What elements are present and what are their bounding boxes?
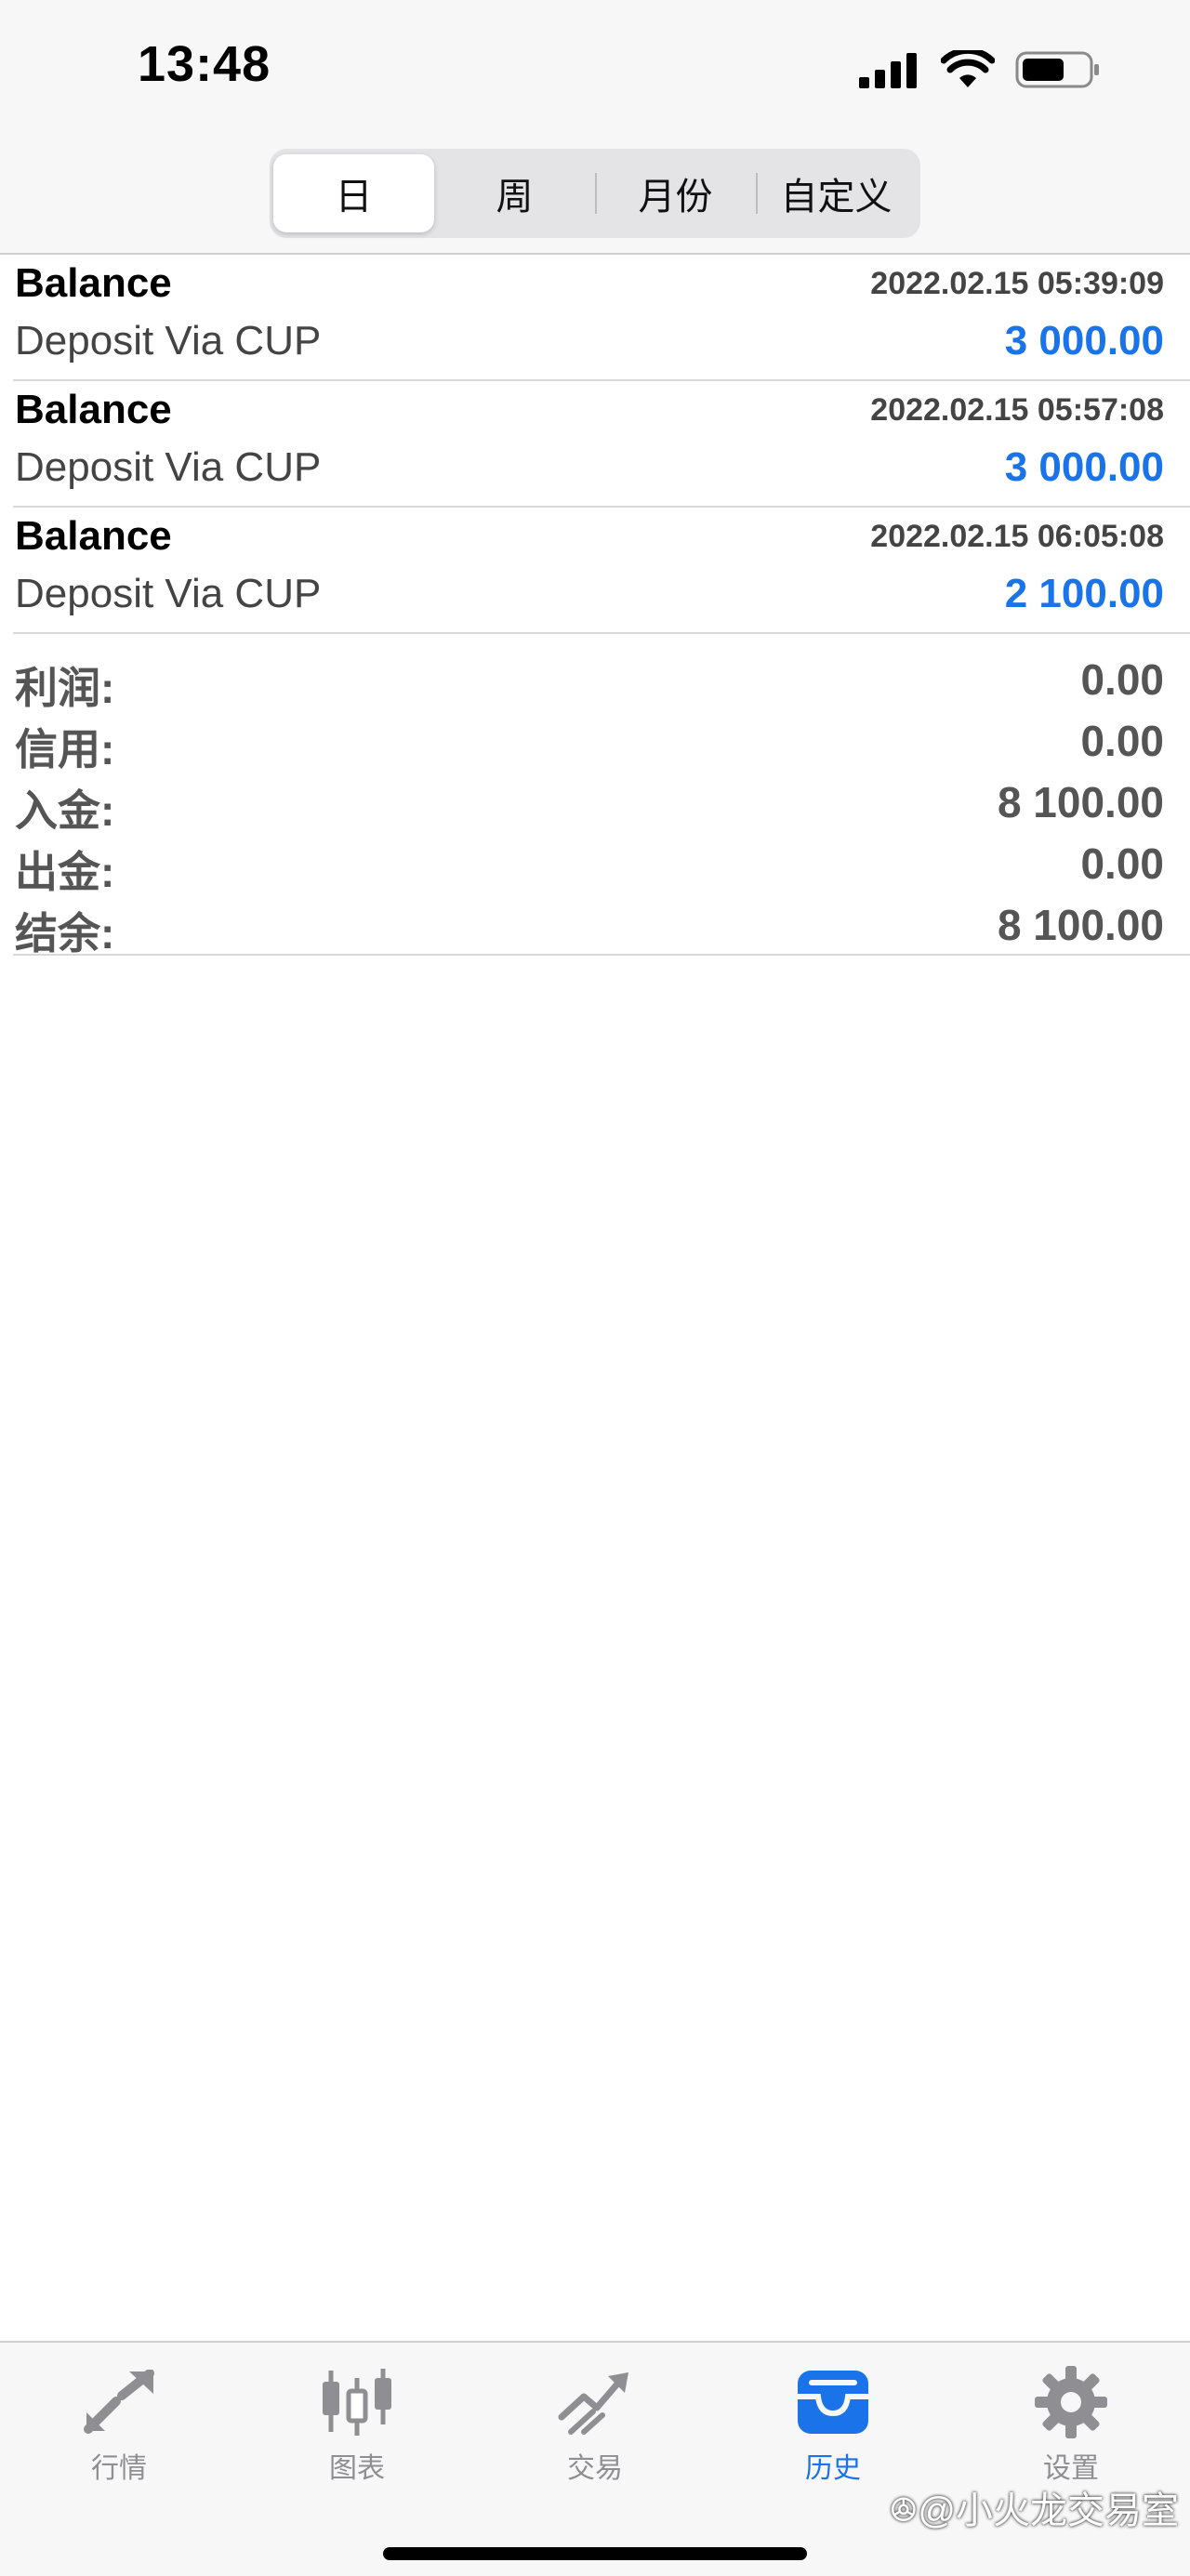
tab-label: 图表 (329, 2453, 385, 2484)
row-time: 2022.02.15 05:57:08 (870, 392, 1164, 428)
summary-withdrawal: 出金: 0.00 (13, 835, 1190, 896)
summary-profit: 利润: 0.00 (13, 651, 1190, 712)
period-segmented-control: 日 周 月份 自定义 (270, 149, 920, 238)
summary-label: 信用: (15, 725, 115, 773)
summary-deposit: 入金: 8 100.00 (13, 773, 1190, 835)
history-row[interactable]: Balance 2022.02.15 06:05:08 Deposit Via … (13, 508, 1190, 634)
segment-week[interactable]: 周 (434, 154, 595, 232)
tab-quotes[interactable]: 行情 (45, 2365, 193, 2495)
summary-value: 0.00 (1080, 717, 1164, 765)
history-inbox-icon (796, 2365, 870, 2439)
summary-credit: 信用: 0.00 (13, 712, 1190, 773)
home-indicator[interactable] (383, 2547, 807, 2560)
status-icons (859, 45, 1101, 95)
period-filter-bar: 日 周 月份 自定义 (0, 139, 1190, 255)
row-comment: Deposit Via CUP (15, 318, 322, 363)
tab-settings[interactable]: 设置 (997, 2365, 1145, 2495)
row-type: Balance (15, 513, 172, 559)
wifi-icon (941, 50, 995, 87)
row-amount: 3 000.00 (1004, 318, 1164, 363)
gear-icon (1034, 2365, 1108, 2439)
tab-history[interactable]: 历史 (759, 2365, 907, 2495)
tab-label: 历史 (805, 2453, 861, 2484)
watermark: ꔮ@小火龙交易室 (889, 2490, 1179, 2531)
row-type: Balance (15, 387, 172, 432)
row-amount: 3 000.00 (1004, 444, 1164, 490)
tab-trade[interactable]: 交易 (521, 2365, 669, 2495)
row-time: 2022.02.15 06:05:08 (870, 519, 1164, 554)
row-comment: Deposit Via CUP (15, 444, 322, 490)
summary-value: 8 100.00 (997, 778, 1164, 826)
segment-custom[interactable]: 自定义 (756, 154, 917, 232)
history-list: Balance 2022.02.15 05:39:09 Deposit Via … (0, 255, 1190, 958)
summary-label: 入金: (15, 786, 115, 835)
status-time: 13:48 (138, 36, 271, 92)
summary-balance: 结余: 8 100.00 (13, 896, 1190, 958)
tab-charts[interactable]: 图表 (283, 2365, 431, 2495)
trade-trend-icon (558, 2365, 632, 2439)
summary-label: 结余: (15, 909, 115, 958)
quotes-arrows-icon (82, 2365, 156, 2439)
summary-value: 0.00 (1080, 839, 1164, 888)
summary-value: 8 100.00 (997, 901, 1164, 949)
summary-value: 0.00 (1080, 655, 1164, 704)
segment-month[interactable]: 月份 (595, 154, 756, 232)
history-row[interactable]: Balance 2022.02.15 05:39:09 Deposit Via … (13, 255, 1190, 381)
row-amount: 2 100.00 (1004, 571, 1164, 616)
row-type: Balance (15, 260, 172, 306)
battery-icon (1015, 51, 1099, 88)
row-time: 2022.02.15 05:39:09 (870, 266, 1164, 301)
tab-label: 行情 (91, 2453, 147, 2484)
history-row[interactable]: Balance 2022.02.15 05:57:08 Deposit Via … (13, 381, 1190, 508)
bottom-tab-bar: 行情 图表 交易 历史 设置 ꔮ@小火龙交易室 (0, 2341, 1190, 2576)
segment-day[interactable]: 日 (273, 154, 434, 232)
row-comment: Deposit Via CUP (15, 571, 322, 616)
status-bar: 13:48 (0, 0, 1190, 139)
candlestick-chart-icon (320, 2365, 394, 2439)
tab-label: 交易 (567, 2453, 623, 2484)
history-summary: 利润: 0.00 信用: 0.00 入金: 8 100.00 出金: 0.00 … (13, 634, 1190, 958)
cellular-signal-icon (859, 53, 917, 88)
summary-label: 出金: (15, 848, 115, 896)
summary-label: 利润: (15, 664, 115, 712)
